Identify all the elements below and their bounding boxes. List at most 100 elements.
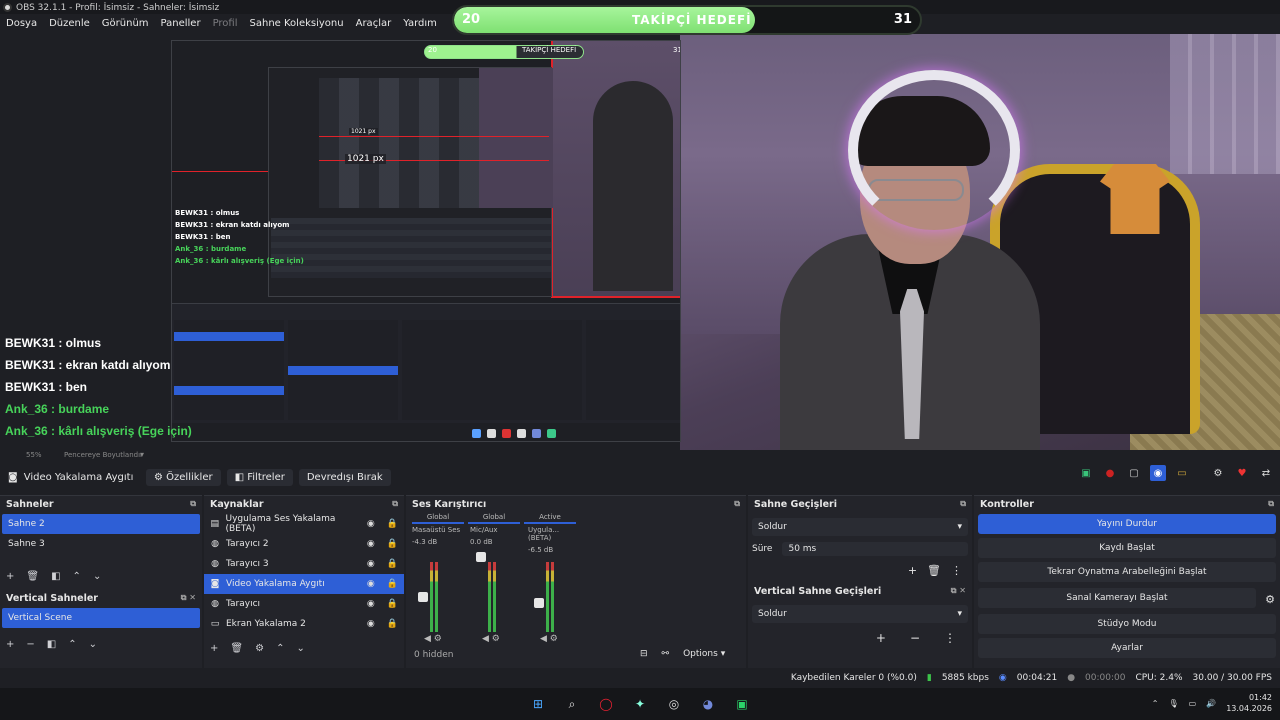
- trash-icon[interactable]: 🗑: [26, 571, 39, 582]
- more-icon[interactable]: ⋮: [944, 631, 956, 645]
- chevron-down-icon[interactable]: ⌄: [296, 643, 304, 654]
- menu-dosya[interactable]: Dosya: [0, 15, 43, 33]
- obs-icon[interactable]: ◎: [665, 695, 683, 713]
- gear-icon[interactable]: ⚙: [1260, 593, 1280, 606]
- mixer-tab[interactable]: Global: [412, 513, 464, 524]
- stop-streaming-button[interactable]: Yayını Durdur: [978, 514, 1276, 534]
- search-icon[interactable]: ⌕: [563, 695, 581, 713]
- controls-title: Kontroller: [980, 498, 1034, 510]
- trash-icon[interactable]: 🗑: [927, 564, 941, 577]
- menu-duzenle[interactable]: Düzenle: [43, 15, 96, 33]
- source-item[interactable]: ◙ Video Yakalama Aygıtı ◉ 🔒: [204, 574, 404, 594]
- volume-fader[interactable]: [418, 592, 428, 602]
- mixer-tab[interactable]: Active: [524, 513, 576, 524]
- lock-icon[interactable]: 🔒: [387, 579, 398, 589]
- options-button[interactable]: Options ▾: [683, 649, 725, 659]
- undock-icon[interactable]: ⧉: [734, 499, 740, 509]
- vertical-scene-item[interactable]: Vertical Scene: [2, 608, 200, 628]
- lock-icon[interactable]: 🔒: [387, 539, 398, 549]
- source-item[interactable]: ◍ Tarayıcı 3 ◉ 🔒: [204, 554, 404, 574]
- menu-araclar[interactable]: Araçlar: [350, 15, 398, 33]
- undock-icon[interactable]: ⧉: [1268, 499, 1274, 509]
- layout-icon[interactable]: ⊟: [640, 649, 648, 659]
- eye-icon[interactable]: ◉: [367, 519, 375, 529]
- start-virtual-camera-button[interactable]: Sanal Kamerayı Başlat: [978, 588, 1256, 608]
- source-item[interactable]: ◍ Tarayıcı 2 ◉ 🔒: [204, 534, 404, 554]
- speaker-icon[interactable]: ◀ ⚙: [540, 634, 558, 644]
- remove-icon[interactable]: −: [910, 631, 920, 645]
- filter-icon[interactable]: ◧: [47, 639, 56, 650]
- add-icon[interactable]: +: [210, 643, 218, 654]
- close-icon[interactable]: ⧉ ✕: [181, 593, 196, 603]
- remove-icon[interactable]: −: [26, 639, 34, 650]
- add-icon[interactable]: +: [908, 564, 917, 577]
- chevron-down-icon[interactable]: ⌄: [89, 639, 97, 650]
- settings-button[interactable]: Ayarlar: [978, 638, 1276, 658]
- studio-mode-button[interactable]: Stüdyo Modu: [978, 614, 1276, 634]
- filter-icon[interactable]: ◧: [51, 571, 60, 582]
- scale-mode[interactable]: Pencereye Boyutlandır: [64, 451, 143, 459]
- chevron-down-icon[interactable]: ⌄: [93, 571, 101, 582]
- eye-icon[interactable]: ◉: [367, 539, 375, 549]
- volume-icon[interactable]: 🔊: [1206, 699, 1216, 708]
- add-icon[interactable]: +: [6, 571, 14, 582]
- trash-icon[interactable]: 🗑: [230, 643, 243, 654]
- opera-icon[interactable]: ◯: [597, 695, 615, 713]
- discord-icon[interactable]: ◕: [699, 695, 717, 713]
- menu-profil[interactable]: Profil: [207, 15, 244, 33]
- chevron-up-icon[interactable]: ⌃: [276, 643, 284, 654]
- start-recording-button[interactable]: Kaydı Başlat: [978, 538, 1276, 558]
- close-icon[interactable]: ⧉ ✕: [951, 586, 966, 596]
- scene-item[interactable]: Sahne 3: [2, 534, 200, 554]
- undock-icon[interactable]: ⧉: [392, 499, 398, 509]
- clock[interactable]: 01:42 13.04.2026: [1226, 692, 1272, 714]
- source-item[interactable]: ▤ Uygulama Ses Yakalama (BETA) ◉ 🔒: [204, 514, 404, 534]
- start-replay-buffer-button[interactable]: Tekrar Oynatma Arabelleğini Başlat: [978, 562, 1276, 582]
- menu-paneller[interactable]: Paneller: [155, 15, 207, 33]
- link-icon[interactable]: ⚯: [662, 649, 670, 659]
- chevron-up-icon[interactable]: ⌃: [1152, 699, 1159, 708]
- vertical-transition-select[interactable]: Soldur ▾: [752, 605, 968, 623]
- scene-item[interactable]: Sahne 2: [2, 514, 200, 534]
- undock-icon[interactable]: ⧉: [960, 499, 966, 509]
- duration-input[interactable]: 50 ms: [782, 542, 968, 556]
- undock-icon[interactable]: ⧉: [190, 499, 196, 509]
- more-icon[interactable]: ⋮: [951, 564, 962, 577]
- mixer-tab[interactable]: Global: [468, 513, 520, 524]
- eye-icon[interactable]: ◉: [367, 579, 375, 589]
- deactivate-button[interactable]: Devredışı Bırak: [298, 468, 391, 486]
- speaker-icon[interactable]: ◀ ⚙: [424, 634, 442, 644]
- signal-icon: ▮: [926, 673, 932, 683]
- lock-icon[interactable]: 🔒: [387, 619, 398, 629]
- volume-fader[interactable]: [476, 552, 486, 562]
- microphone-icon[interactable]: 🎙: [1169, 699, 1179, 708]
- eye-icon[interactable]: ◉: [367, 559, 375, 569]
- menu-yardim[interactable]: Yardım: [397, 15, 443, 33]
- menu-gorunum[interactable]: Görünüm: [96, 15, 155, 33]
- source-item[interactable]: ◍ Tarayıcı ◉ 🔒: [204, 594, 404, 614]
- menu-sahne-koleksiyonu[interactable]: Sahne Koleksiyonu: [244, 15, 350, 33]
- lock-icon[interactable]: 🔒: [387, 599, 398, 609]
- properties-button[interactable]: ⚙ Özellikler: [146, 468, 221, 486]
- chevron-up-icon[interactable]: ⌃: [68, 639, 76, 650]
- add-icon[interactable]: +: [6, 639, 14, 650]
- windows-start-icon[interactable]: ⊞: [529, 695, 547, 713]
- eye-icon[interactable]: ◉: [367, 599, 375, 609]
- lock-icon[interactable]: 🔒: [387, 519, 398, 529]
- chevron-down-icon[interactable]: ▾: [140, 450, 144, 459]
- chevron-up-icon[interactable]: ⌃: [73, 571, 81, 582]
- microphone-icon[interactable]: ◀ ⚙: [482, 634, 500, 644]
- whatsapp-icon[interactable]: ▣: [733, 695, 751, 713]
- add-icon[interactable]: +: [876, 631, 886, 645]
- eye-icon[interactable]: ◉: [367, 619, 375, 629]
- gear-icon[interactable]: ⚙: [255, 643, 264, 654]
- network-icon[interactable]: ▭: [1189, 699, 1197, 708]
- lock-icon[interactable]: 🔒: [387, 559, 398, 569]
- zoom-level[interactable]: 55%: [26, 451, 42, 459]
- app-icon[interactable]: ✦: [631, 695, 649, 713]
- filters-button[interactable]: ◧ Filtreler: [226, 468, 293, 486]
- transition-select[interactable]: Soldur ▾: [752, 518, 968, 536]
- source-item[interactable]: ▭ Ekran Yakalama 2 ◉ 🔒: [204, 614, 404, 634]
- program-preview[interactable]: 20 TAKİPÇİ HEDEFİ 31 1021 px 1021 px BEW…: [0, 34, 1280, 450]
- volume-fader[interactable]: [534, 598, 544, 608]
